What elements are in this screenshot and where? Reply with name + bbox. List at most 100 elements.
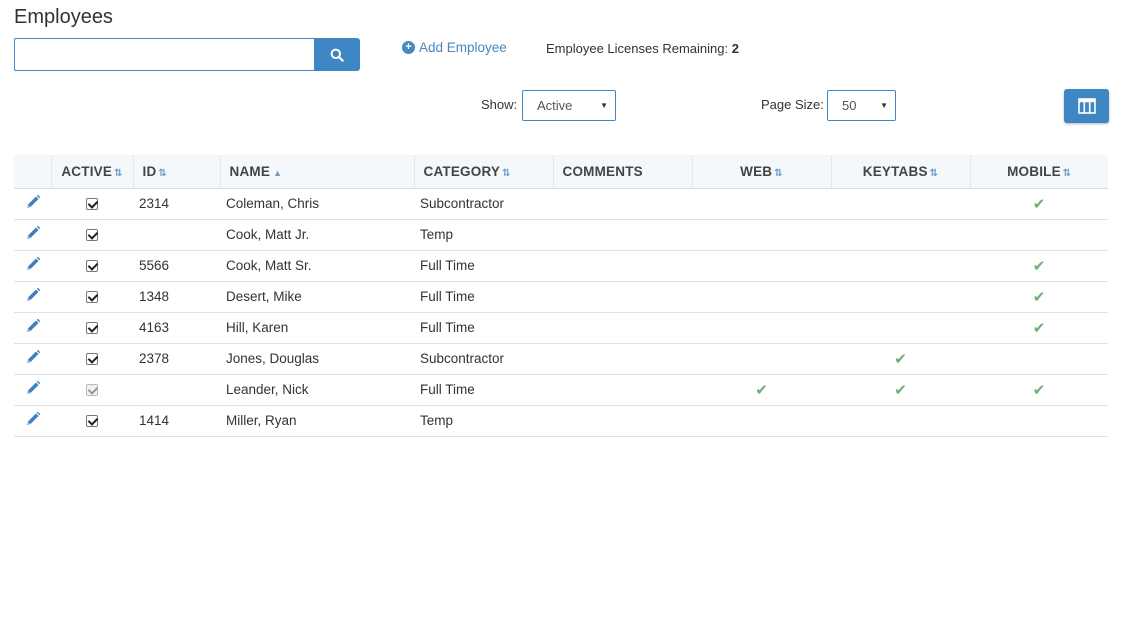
cell-mobile: ✔ — [970, 312, 1108, 343]
checkmark-icon: ✔ — [894, 381, 907, 399]
add-employee-label: Add Employee — [419, 40, 507, 55]
cell-id: 1414 — [139, 413, 170, 428]
cell-comments — [553, 343, 692, 374]
cell-name: Desert, Mike — [226, 289, 302, 304]
licenses-value: 2 — [731, 41, 739, 56]
header-category[interactable]: CATEGORY ⇅ — [413, 155, 553, 189]
chevron-down-icon: ▼ — [600, 101, 608, 110]
cell-web: ✔ — [692, 374, 831, 405]
chevron-down-icon: ▼ — [880, 101, 888, 110]
active-checkbox[interactable] — [86, 353, 98, 366]
cell-id: 2378 — [139, 351, 170, 366]
checkmark-icon: ✔ — [1032, 257, 1046, 275]
cell-comments — [553, 188, 692, 219]
cell-mobile: ✔ — [970, 188, 1108, 219]
show-select[interactable]: Active ▼ — [522, 90, 616, 121]
cell-web — [692, 188, 831, 219]
checkmark-icon: ✔ — [1032, 381, 1046, 399]
search-button[interactable] — [314, 38, 360, 71]
pencil-icon[interactable] — [25, 225, 41, 241]
header-comments: COMMENTS — [552, 155, 692, 189]
pencil-icon[interactable] — [25, 194, 41, 210]
header-keytabs[interactable]: KEYTABS ⇅ — [830, 155, 970, 189]
checkmark-icon: ✔ — [755, 381, 768, 399]
cell-keytabs: ✔ — [831, 343, 970, 374]
cell-keytabs — [831, 219, 970, 250]
pencil-icon[interactable] — [25, 411, 41, 427]
employees-table: ACTIVE ⇅ ID ⇅ NAME ▲ CATEGORY ⇅ COMMENTS WEB… — [14, 155, 1108, 437]
cell-mobile — [970, 219, 1108, 250]
table-row: 2314 Coleman, Chris Subcontractor ✔ — [14, 188, 1108, 219]
sort-icon: ⇅ — [502, 167, 511, 179]
active-checkbox[interactable] — [86, 322, 98, 335]
cell-category: Subcontractor — [420, 196, 505, 211]
search-input[interactable] — [14, 38, 315, 71]
page-size-value: 50 — [842, 98, 857, 113]
sort-icon: ⇅ — [114, 167, 123, 179]
checkmark-icon: ✔ — [1032, 195, 1046, 213]
pencil-icon[interactable] — [25, 256, 41, 272]
pencil-icon[interactable] — [25, 349, 41, 365]
cell-web — [692, 343, 831, 374]
checkmark-icon: ✔ — [1032, 319, 1046, 337]
header-name[interactable]: NAME ▲ — [219, 155, 414, 189]
sort-icon: ⇅ — [1062, 167, 1072, 179]
cell-category: Subcontractor — [420, 351, 505, 366]
cell-comments — [553, 405, 692, 436]
page-size-select[interactable]: 50 ▼ — [827, 90, 896, 121]
cell-id — [133, 219, 220, 250]
column-chooser-button[interactable] — [1064, 89, 1109, 123]
add-employee-link[interactable]: + Add Employee — [402, 40, 507, 55]
table-row: 1348 Desert, Mike Full Time ✔ — [14, 281, 1108, 312]
cell-category: Full Time — [420, 289, 475, 304]
cell-mobile — [970, 405, 1108, 436]
active-checkbox[interactable] — [86, 291, 98, 304]
cell-name: Cook, Matt Sr. — [226, 258, 312, 273]
sort-icon: ⇅ — [158, 167, 167, 179]
header-web[interactable]: WEB ⇅ — [691, 155, 831, 189]
cell-category: Full Time — [420, 258, 475, 273]
page-title: Employees — [14, 6, 113, 28]
checkmark-icon: ✔ — [894, 350, 907, 368]
header-edit — [14, 155, 51, 189]
table-row: Leander, Nick Full Time ✔ ✔ ✔ — [14, 374, 1108, 405]
cell-id: 5566 — [139, 258, 170, 273]
table-header-row: ACTIVE ⇅ ID ⇅ NAME ▲ CATEGORY ⇅ COMMENTS WEB… — [14, 155, 1108, 189]
table-body: 2314 Coleman, Chris Subcontractor ✔ Cook, Ma… — [14, 188, 1108, 436]
licenses-label: Employee Licenses Remaining: — [546, 41, 729, 56]
sort-ascending-icon: ▲ — [273, 167, 283, 178]
cell-comments — [553, 219, 692, 250]
cell-name: Cook, Matt Jr. — [226, 227, 310, 242]
cell-category: Full Time — [420, 320, 475, 335]
licenses-remaining: Employee Licenses Remaining: 2 — [546, 41, 739, 56]
table-row: 5566 Cook, Matt Sr. Full Time ✔ — [14, 250, 1108, 281]
page-size-label: Page Size: — [761, 97, 824, 112]
checkmark-icon: ✔ — [1032, 288, 1046, 306]
cell-name: Miller, Ryan — [226, 413, 297, 428]
active-checkbox[interactable] — [86, 198, 98, 211]
cell-keytabs — [831, 312, 970, 343]
header-active[interactable]: ACTIVE ⇅ — [50, 155, 133, 189]
pencil-icon[interactable] — [25, 318, 41, 334]
cell-name: Jones, Douglas — [226, 351, 320, 366]
pencil-icon[interactable] — [25, 380, 41, 396]
cell-mobile — [970, 343, 1108, 374]
columns-grid-icon — [1077, 98, 1096, 114]
cell-keytabs — [831, 250, 970, 281]
pencil-icon[interactable] — [25, 287, 41, 303]
header-mobile[interactable]: MOBILE ⇅ — [969, 155, 1108, 189]
active-checkbox[interactable] — [86, 260, 98, 273]
cell-id: 4163 — [139, 320, 170, 335]
active-checkbox[interactable] — [86, 415, 98, 428]
active-checkbox[interactable] — [86, 229, 98, 242]
cell-mobile: ✔ — [970, 281, 1108, 312]
table-row: Cook, Matt Jr. Temp — [14, 219, 1108, 250]
cell-name: Hill, Karen — [226, 320, 289, 335]
cell-web — [692, 250, 831, 281]
cell-web — [692, 281, 831, 312]
show-label: Show: — [481, 97, 518, 112]
search-icon — [330, 48, 344, 62]
header-id[interactable]: ID ⇅ — [132, 155, 220, 189]
cell-keytabs — [831, 188, 970, 219]
cell-id: 2314 — [139, 196, 170, 211]
